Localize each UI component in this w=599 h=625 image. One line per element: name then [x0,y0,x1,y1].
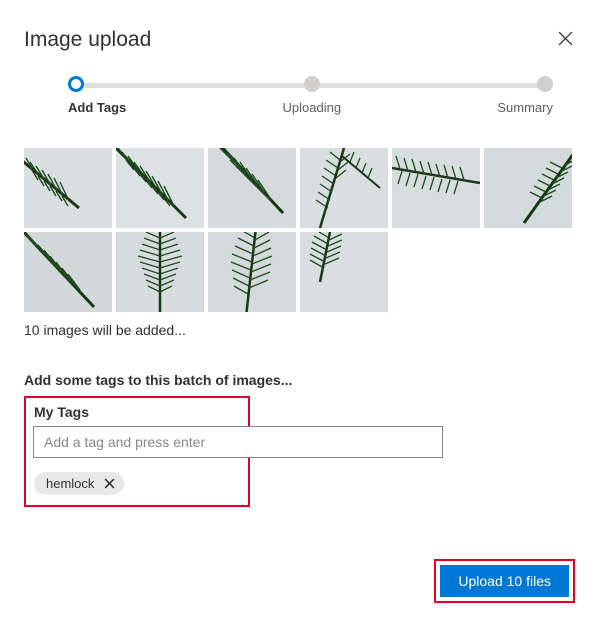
step-label: Add Tags [68,100,126,115]
tag-chip-row: hemlock [34,472,240,495]
image-thumbnail[interactable] [208,232,296,312]
step-label: Uploading [283,100,342,115]
images-added-text: 10 images will be added... [24,322,575,338]
my-tags-section: My Tags hemlock [24,396,250,507]
step-dot [304,76,320,92]
image-thumbnail[interactable] [484,148,572,228]
image-thumbnail[interactable] [208,148,296,228]
close-icon [558,31,573,46]
thumbnail-grid [24,148,575,312]
tag-remove-button[interactable] [102,477,116,491]
footer-actions: Upload 10 files [434,559,575,603]
image-thumbnail[interactable] [116,232,204,312]
close-button[interactable] [555,28,575,48]
image-thumbnail[interactable] [24,148,112,228]
image-thumbnail[interactable] [392,148,480,228]
close-icon [104,478,115,489]
step-add-tags: Add Tags [68,76,126,118]
step-dot [537,76,553,92]
dialog-title: Image upload [24,28,151,52]
image-thumbnail[interactable] [116,148,204,228]
step-label: Summary [497,100,553,115]
tag-input[interactable] [33,426,443,458]
step-uploading: Uploading [283,76,342,118]
image-thumbnail[interactable] [300,232,388,312]
my-tags-title: My Tags [34,404,240,420]
upload-files-button[interactable]: Upload 10 files [440,565,569,597]
tag-chip-label: hemlock [46,476,94,491]
image-upload-dialog: Image upload Add Tags Uploading Summary [0,0,599,625]
progress-stepper: Add Tags Uploading Summary [24,76,575,118]
step-dot [68,76,84,92]
step-summary: Summary [497,76,553,118]
add-tags-prompt: Add some tags to this batch of images... [24,372,575,388]
image-thumbnail[interactable] [24,232,112,312]
dialog-header: Image upload [24,28,575,52]
tag-chip[interactable]: hemlock [34,472,124,495]
image-thumbnail[interactable] [300,148,388,228]
